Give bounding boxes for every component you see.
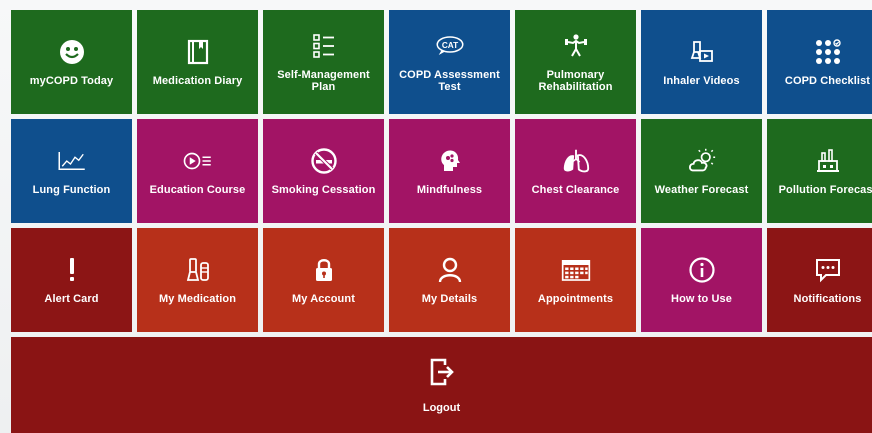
tile-inhaler-videos[interactable]: Inhaler Videos <box>641 10 762 114</box>
factory-icon <box>813 146 843 176</box>
head-brain-icon <box>435 146 465 176</box>
logout-label: Logout <box>422 401 461 414</box>
tile-lung-function[interactable]: Lung Function <box>11 119 132 223</box>
logout-door-icon <box>429 357 455 392</box>
tile-alert-card[interactable]: Alert Card <box>11 228 132 332</box>
tile-how-to-use[interactable]: How to Use <box>641 228 762 332</box>
no-smoking-icon <box>309 146 339 176</box>
tile-weather-forecast[interactable]: Weather Forecast <box>641 119 762 223</box>
lungs-icon <box>561 146 591 176</box>
tile-my-medication[interactable]: My Medication <box>137 228 258 332</box>
info-icon <box>687 255 717 285</box>
tile-label: Inhaler Videos <box>663 75 740 87</box>
diary-book-icon <box>183 37 213 67</box>
user-icon <box>435 255 465 285</box>
line-graph-icon <box>57 146 87 176</box>
tile-smoking-cessation[interactable]: Smoking Cessation <box>263 119 384 223</box>
weather-cloud-sun-icon <box>687 146 717 176</box>
tile-copd-checklist[interactable]: COPD Checklist <box>767 10 872 114</box>
tile-label: Medication Diary <box>152 75 243 87</box>
tile-label: Alert Card <box>44 293 99 305</box>
tile-label: How to Use <box>671 293 732 305</box>
tile-mycopd-today[interactable]: myCOPD Today <box>11 10 132 114</box>
tile-chest-clearance[interactable]: Chest Clearance <box>515 119 636 223</box>
calendar-icon <box>561 255 591 285</box>
padlock-icon <box>309 255 339 285</box>
play-list-icon <box>183 146 213 176</box>
tile-my-account[interactable]: My Account <box>263 228 384 332</box>
svg-text:CAT: CAT <box>441 41 457 50</box>
tile-label: My Medication <box>158 293 237 305</box>
dots-grid-icon <box>813 37 843 67</box>
tile-medication-diary[interactable]: Medication Diary <box>137 10 258 114</box>
tile-education-course[interactable]: Education Course <box>137 119 258 223</box>
tile-appointments[interactable]: Appointments <box>515 228 636 332</box>
inhaler-video-icon <box>687 37 717 67</box>
tile-notifications[interactable]: Notifications <box>767 228 872 332</box>
tile-label: Pollution Forecast <box>778 184 872 196</box>
tile-label: Appointments <box>537 293 614 305</box>
tile-label: Education Course <box>149 184 246 196</box>
logout-button[interactable]: Logout <box>11 337 872 433</box>
tile-self-management-plan[interactable]: Self-Management Plan <box>263 10 384 114</box>
exercise-figure-icon <box>561 31 591 61</box>
tile-label: COPD Checklist <box>784 75 871 87</box>
tile-copd-assessment-test[interactable]: CAT COPD Assessment Test <box>389 10 510 114</box>
checklist-icon <box>309 31 339 61</box>
tile-label: Chest Clearance <box>531 184 620 196</box>
tile-label: Self-Management Plan <box>277 69 370 93</box>
tile-label: My Account <box>292 293 355 305</box>
cat-speech-bubble-icon: CAT <box>435 31 465 61</box>
smiley-icon <box>57 37 87 67</box>
tile-label: Smoking Cessation <box>271 184 376 196</box>
tile-my-details[interactable]: My Details <box>389 228 510 332</box>
tile-pollution-forecast[interactable]: Pollution Forecast <box>767 119 872 223</box>
tile-label: Weather Forecast <box>654 184 749 196</box>
exclamation-icon <box>57 255 87 285</box>
message-bubble-icon <box>813 255 843 285</box>
tile-label: COPD Assessment Test <box>399 69 500 93</box>
tile-label: Mindfulness <box>416 184 483 196</box>
tile-label: My Details <box>421 293 478 305</box>
tile-mindfulness[interactable]: Mindfulness <box>389 119 510 223</box>
tile-label: Lung Function <box>32 184 111 196</box>
inhaler-icon <box>183 255 213 285</box>
tile-pulmonary-rehabilitation[interactable]: Pulmonary Rehabilitation <box>515 10 636 114</box>
tile-label: Notifications <box>793 293 862 305</box>
tile-label: Pulmonary Rehabilitation <box>538 69 613 93</box>
menu-grid: myCOPD Today Medication Diary Self-Manag… <box>11 10 872 332</box>
tile-label: myCOPD Today <box>29 75 114 87</box>
